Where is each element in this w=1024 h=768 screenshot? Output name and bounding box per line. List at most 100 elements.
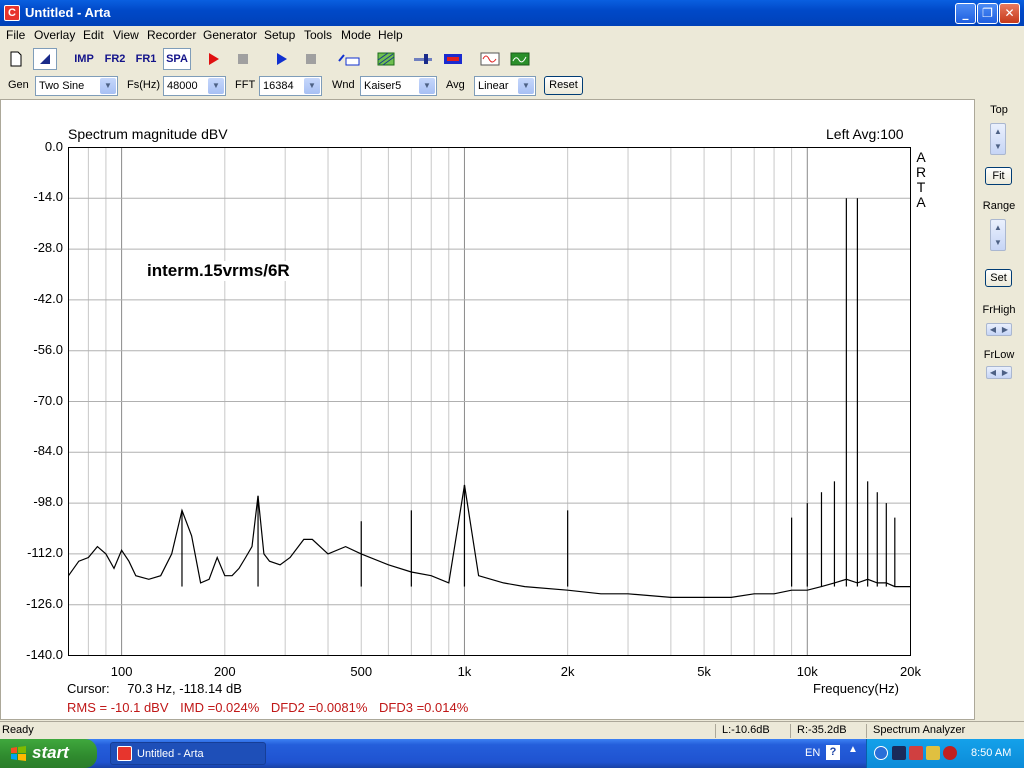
stop-icon[interactable] <box>299 48 323 70</box>
x-tick-label: 200 <box>213 664 236 679</box>
menu-file[interactable]: File <box>6 28 25 42</box>
play-icon[interactable] <box>269 48 293 70</box>
arrow-right-icon[interactable]: ▶ <box>999 324 1011 335</box>
rms-value: RMS = -10.1 dBV <box>67 700 169 715</box>
language-indicator[interactable]: EN <box>805 747 820 759</box>
cursor-label: Cursor: <box>67 681 110 696</box>
chevron-down-icon: ▼ <box>518 78 534 94</box>
sample-rate-select[interactable]: 48000 ▼ <box>163 76 226 96</box>
menu-recorder[interactable]: Recorder <box>147 28 196 42</box>
range-label: Range <box>982 200 1016 212</box>
gen-label: Gen <box>8 79 29 91</box>
frhigh-label: FrHigh <box>982 304 1016 316</box>
network-icon[interactable] <box>909 746 923 760</box>
dfd3-value: DFD3 =0.014% <box>379 700 469 715</box>
generator-select[interactable]: Two Sine ▼ <box>35 76 118 96</box>
spectrum-chart[interactable] <box>1 100 974 719</box>
y-tick-label: -42.0 <box>33 290 63 306</box>
arrow-left-icon[interactable]: ◀ <box>987 367 999 378</box>
fit-button[interactable]: Fit <box>985 167 1012 185</box>
clock[interactable]: 8:50 AM <box>971 747 1011 759</box>
scope-icon[interactable] <box>508 48 532 70</box>
chevron-left-icon[interactable] <box>874 746 888 760</box>
status-divider <box>866 724 867 738</box>
start-button[interactable]: start <box>0 739 97 768</box>
averaging-select[interactable]: Linear ▼ <box>474 76 536 96</box>
maximize-button[interactable]: ❐ <box>977 3 998 24</box>
close-button[interactable]: ✕ <box>999 3 1020 24</box>
abc-icon[interactable] <box>336 48 362 70</box>
dfd2-value: DFD2 =0.0081% <box>270 700 368 715</box>
impulse-mode-icon[interactable]: IMP <box>70 48 98 70</box>
x-tick-label: 5k <box>697 664 711 679</box>
status-left-level: L:-10.6dB <box>722 724 770 736</box>
measurement-readout: RMS = -10.1 dBV IMD =0.024% DFD2 =0.0081… <box>67 700 476 715</box>
range-spinner[interactable]: ▲ ▼ <box>990 219 1006 251</box>
app-icon[interactable]: C <box>4 5 20 21</box>
taskbar: start Untitled - Arta EN ? ▲ 8:50 AM <box>0 739 1024 768</box>
y-tick-label: -70.0 <box>33 392 63 408</box>
shield-icon[interactable] <box>943 746 957 760</box>
logo-letter: T <box>916 179 926 195</box>
frlow-spinner[interactable]: ◀ ▶ <box>986 366 1012 379</box>
sine-icon[interactable] <box>478 48 502 70</box>
window-function-value: Kaiser5 <box>364 80 402 92</box>
spectrum-mode-icon[interactable]: SPA <box>163 48 191 70</box>
y-tick-label: -56.0 <box>33 341 63 357</box>
x-tick-label: 100 <box>110 664 133 679</box>
fr1-mode-icon[interactable]: FR1 <box>132 48 160 70</box>
spectrum-plot[interactable]: Spectrum magnitude dBV Left Avg:100 A R … <box>0 99 975 720</box>
monitor-icon[interactable] <box>892 746 906 760</box>
chevron-down-icon: ▼ <box>304 78 320 94</box>
fr2-mode-icon[interactable]: FR2 <box>101 48 129 70</box>
chart-annotation: interm.15vrms/6R <box>144 261 293 281</box>
cursor-icon[interactable] <box>33 48 57 70</box>
y-tick-label: -112.0 <box>27 544 63 560</box>
tray-expand-icon[interactable]: ▲ <box>848 744 858 755</box>
top-spinner[interactable]: ▲ ▼ <box>990 123 1006 155</box>
menu-generator[interactable]: Generator <box>203 28 257 42</box>
arrow-left-icon[interactable]: ◀ <box>987 324 999 335</box>
x-axis-label: Frequency(Hz) <box>813 681 899 696</box>
menu-view[interactable]: View <box>113 28 139 42</box>
menu-mode[interactable]: Mode <box>341 28 371 42</box>
fft-size-value: 16384 <box>263 80 294 92</box>
menu-edit[interactable]: Edit <box>83 28 104 42</box>
system-tray: 8:50 AM <box>866 739 1024 768</box>
hatch-icon[interactable] <box>374 48 398 70</box>
arrow-up-icon[interactable]: ▲ <box>991 124 1005 139</box>
help-icon[interactable]: ? <box>826 745 840 760</box>
avg-label: Avg <box>446 79 465 91</box>
window-function-select[interactable]: Kaiser5 ▼ <box>360 76 437 96</box>
new-file-icon[interactable] <box>4 48 28 70</box>
y-tick-label: -28.0 <box>33 240 63 256</box>
color-bar-icon[interactable] <box>441 48 465 70</box>
chevron-down-icon: ▼ <box>100 78 116 94</box>
menu-help[interactable]: Help <box>378 28 403 42</box>
slider-icon[interactable] <box>411 48 435 70</box>
menu-setup[interactable]: Setup <box>264 28 295 42</box>
minimize-button[interactable]: _ <box>955 3 976 24</box>
taskbar-item-arta[interactable]: Untitled - Arta <box>110 742 266 765</box>
frhigh-spinner[interactable]: ◀ ▶ <box>986 323 1012 336</box>
fft-size-select[interactable]: 16384 ▼ <box>259 76 322 96</box>
menu-overlay[interactable]: Overlay <box>34 28 75 42</box>
status-ready: Ready <box>2 724 34 736</box>
x-tick-label: 20k <box>900 664 921 679</box>
set-button[interactable]: Set <box>985 269 1012 287</box>
reset-button[interactable]: Reset <box>544 76 583 95</box>
menu-bar: File Overlay Edit View Recorder Generato… <box>0 26 1024 44</box>
menu-tools[interactable]: Tools <box>304 28 332 42</box>
arrow-down-icon[interactable]: ▼ <box>991 139 1005 154</box>
cursor-value: 70.3 Hz, -118.14 dB <box>127 681 242 696</box>
fft-label: FFT <box>235 79 256 91</box>
status-divider <box>715 724 716 738</box>
arrow-up-icon[interactable]: ▲ <box>991 220 1005 235</box>
window-label: Wnd <box>332 79 355 91</box>
record-icon[interactable] <box>201 48 225 70</box>
arrow-down-icon[interactable]: ▼ <box>991 235 1005 250</box>
stop-record-icon[interactable] <box>231 48 255 70</box>
folder-icon[interactable] <box>926 746 940 760</box>
arrow-right-icon[interactable]: ▶ <box>999 367 1011 378</box>
status-mode: Spectrum Analyzer <box>873 724 966 736</box>
